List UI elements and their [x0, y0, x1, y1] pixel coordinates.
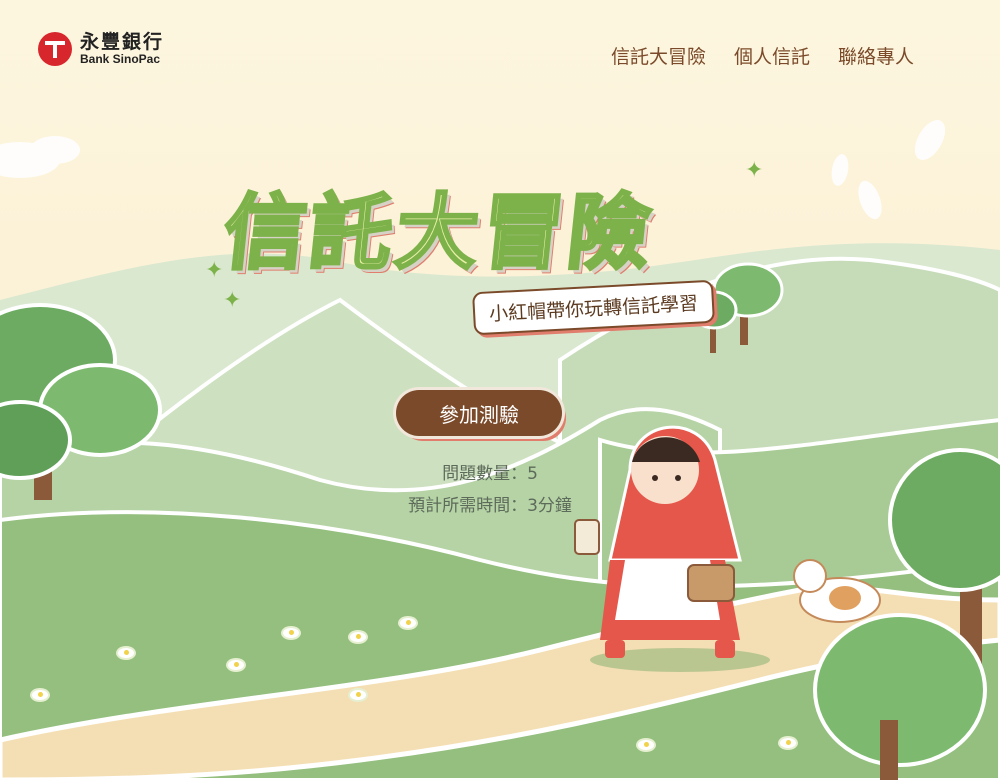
sparkle-icon: ✦ [223, 288, 242, 313]
logo-name-en: Bank SinoPac [80, 51, 161, 66]
nav-item-trust-adventure[interactable]: 信託大冒險 [611, 42, 706, 69]
estimated-time: 預計所需時間：3分鐘 [408, 496, 572, 516]
site-header: 永豐銀行 Bank SinoPac 信託大冒險 個人信託 聯絡專人 [0, 0, 1000, 90]
flower-icon [638, 740, 654, 750]
quiz-info: 問題數量：5 預計所需時間：3分鐘 [340, 458, 640, 522]
leaves-right [831, 120, 946, 220]
logo-name-cn: 永豐銀行 [80, 31, 165, 53]
main-nav: 信託大冒險 個人信託 聯絡專人 [611, 42, 914, 69]
hero-title: 信託大冒險 [218, 185, 661, 283]
sparkle-icon: ✦ [745, 158, 764, 183]
question-count: 問題數量：5 [442, 464, 538, 484]
nav-item-contact[interactable]: 聯絡專人 [838, 42, 914, 69]
bank-logo[interactable]: 永豐銀行 Bank SinoPac [38, 32, 164, 67]
flower-icon [118, 648, 134, 658]
flower-icon [283, 628, 299, 638]
bank-sinopac-logo-icon [38, 32, 72, 67]
flower-icon [350, 632, 366, 642]
nav-item-personal-trust[interactable]: 個人信託 [734, 42, 810, 69]
flower-icon [350, 690, 366, 700]
flower-icon [780, 738, 796, 748]
flower-icon [400, 618, 416, 628]
flower-icon [32, 690, 48, 700]
hero-subtitle: 小紅帽帶你玩轉信託學習 [472, 279, 715, 336]
logo-text: 永豐銀行 Bank SinoPac [80, 32, 164, 66]
hero-title-block: ✦ ✦ ✦ 信託大冒險 小紅帽帶你玩轉信託學習 [205, 158, 775, 336]
take-quiz-button[interactable]: 參加測驗 [396, 390, 562, 436]
flower-icon [228, 660, 244, 670]
cloud-left [0, 136, 80, 178]
